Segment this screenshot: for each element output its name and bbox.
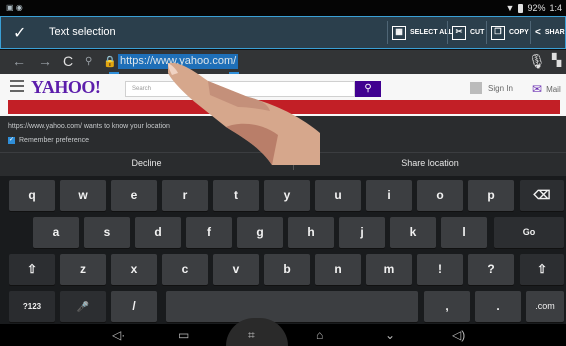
forward-icon[interactable]: → [38, 53, 52, 69]
key-q[interactable]: q [9, 180, 55, 211]
done-check-icon[interactable]: ✓ [13, 23, 26, 43]
cut-button[interactable]: ✂ CUT [447, 21, 484, 44]
bookmark-icon[interactable]: ▚ [552, 53, 561, 67]
share-location-button[interactable]: Share location [294, 153, 566, 173]
space-key[interactable] [166, 291, 418, 322]
key-n[interactable]: n [315, 254, 361, 285]
key-o[interactable]: o [417, 180, 463, 211]
key-period[interactable]: . [475, 291, 521, 322]
menu-icon[interactable] [10, 80, 24, 95]
backspace-key[interactable]: ⌫ [520, 180, 564, 211]
back-icon[interactable]: ← [12, 53, 26, 69]
key-h[interactable]: h [288, 217, 334, 248]
search-key-icon: ⚲ [85, 56, 93, 67]
user-icon [470, 82, 482, 94]
hide-keyboard-icon[interactable]: ⌄ [385, 328, 395, 342]
mic-icon: 🎤 [76, 302, 90, 313]
battery-icon [518, 3, 524, 13]
key-u[interactable]: u [315, 180, 361, 211]
battery-percent: 92% [527, 3, 546, 13]
status-right: ▼ 92% 1:4 [506, 3, 562, 13]
key-m[interactable]: m [366, 254, 412, 285]
search-button[interactable]: ⚲ [355, 81, 381, 97]
key-e[interactable]: e [111, 180, 157, 211]
symbols-key[interactable]: ?123 [9, 291, 55, 322]
key-j[interactable]: j [339, 217, 385, 248]
key-question[interactable]: ? [468, 254, 514, 285]
share-button[interactable]: < SHAR [530, 21, 565, 44]
key-l[interactable]: l [441, 217, 487, 248]
key-i[interactable]: i [366, 180, 412, 211]
go-key[interactable]: Go [494, 217, 564, 248]
volume-up-icon[interactable]: ◁) [452, 328, 465, 342]
key-r[interactable]: r [162, 180, 208, 211]
sign-in-link[interactable]: Sign In [470, 82, 513, 94]
shift-key-left[interactable]: ⇧ [9, 254, 55, 285]
pointing-hand-image [168, 62, 320, 165]
permission-message: https://www.yahoo.com/ wants to know you… [8, 123, 170, 130]
key-y[interactable]: y [264, 180, 310, 211]
key-v[interactable]: v [213, 254, 259, 285]
key-s[interactable]: s [84, 217, 130, 248]
wifi-icon: ▼ [505, 3, 515, 13]
mic-icon[interactable]: 🎙 [528, 53, 546, 70]
lock-icon: 🔒 [103, 56, 117, 68]
key-t[interactable]: t [213, 180, 259, 211]
volume-down-icon[interactable]: ◁· [112, 328, 125, 342]
system-navigation-bar: ◁· ▭ ⌗ ⌂ ⌄ ◁) [0, 318, 566, 346]
copy-icon: ❐ [491, 25, 505, 40]
key-slash[interactable]: / [111, 291, 157, 322]
key-d[interactable]: d [135, 217, 181, 248]
reload-icon[interactable]: C [63, 53, 73, 69]
select-all-button[interactable]: ▦ SELECT ALL [387, 21, 453, 44]
clock: 1:4 [549, 3, 562, 13]
status-bar: ▣ ◉ ▼ 92% 1:4 [0, 0, 566, 16]
recent-apps-icon[interactable]: ▭ [178, 328, 189, 342]
mail-icon: ✉ [532, 82, 543, 96]
select-all-icon: ▦ [392, 25, 406, 40]
cut-icon: ✂ [452, 25, 466, 40]
soft-keyboard: q w e r t y u i o p ⌫ a s d f g h j k l … [0, 176, 566, 324]
key-k[interactable]: k [390, 217, 436, 248]
dotcom-key[interactable]: .com [526, 291, 564, 322]
shift-key-right[interactable]: ⇧ [520, 254, 564, 285]
text-selection-action-bar: ✓ Text selection ▦ SELECT ALL ✂ CUT ❐ CO… [0, 16, 566, 49]
mail-link[interactable]: ✉ Mail [532, 82, 561, 96]
search-icon: ⚲ [364, 83, 372, 94]
screenshot-icon[interactable]: ⌗ [248, 328, 255, 343]
status-left-icons: ▣ ◉ [6, 3, 23, 12]
action-bar-title: Text selection [49, 26, 116, 38]
key-z[interactable]: z [60, 254, 106, 285]
key-a[interactable]: a [33, 217, 79, 248]
key-w[interactable]: w [60, 180, 106, 211]
key-exclamation[interactable]: ! [417, 254, 463, 285]
key-f[interactable]: f [186, 217, 232, 248]
key-x[interactable]: x [111, 254, 157, 285]
home-icon[interactable]: ⌂ [316, 328, 323, 342]
checkmark-icon: ✓ [8, 137, 15, 144]
yahoo-logo[interactable]: YAHOO! [31, 77, 101, 98]
key-comma[interactable]: , [424, 291, 470, 322]
share-icon: < [535, 27, 541, 38]
key-c[interactable]: c [162, 254, 208, 285]
key-p[interactable]: p [468, 180, 514, 211]
remember-preference-checkbox[interactable]: ✓ Remember preference [8, 137, 89, 144]
copy-button[interactable]: ❐ COPY [486, 21, 529, 44]
voice-key[interactable]: 🎤 [60, 291, 106, 322]
key-b[interactable]: b [264, 254, 310, 285]
key-g[interactable]: g [237, 217, 283, 248]
